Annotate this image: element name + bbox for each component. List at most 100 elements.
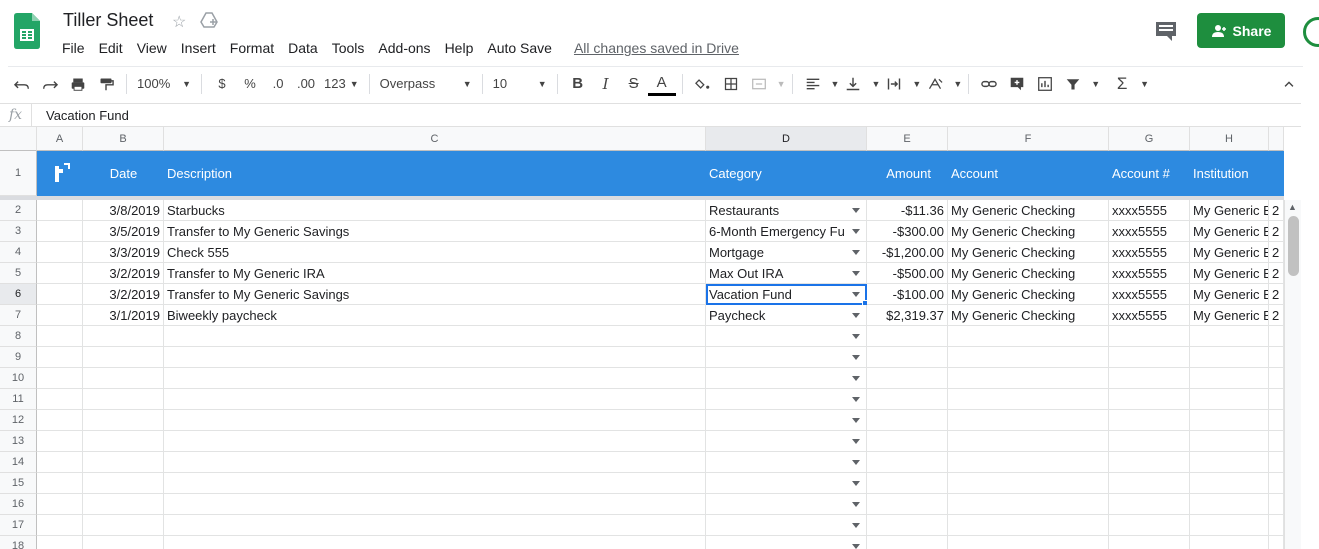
cell-account-number[interactable]: xxxx5555 [1109,200,1190,221]
menu-tools[interactable]: Tools [332,40,365,56]
cell-account-number[interactable]: xxxx5555 [1109,263,1190,284]
dropdown-arrow-icon[interactable] [852,418,860,423]
chart-icon[interactable] [1031,70,1059,98]
dropdown-arrow-icon[interactable] [852,481,860,486]
cell-account-number[interactable] [1109,515,1190,536]
cell-account[interactable]: My Generic Checking [948,263,1109,284]
cell-account-number[interactable] [1109,536,1190,549]
cell-amount[interactable]: -$11.36 [867,200,948,221]
dropdown-arrow-icon[interactable] [852,502,860,507]
cell-date[interactable] [83,452,164,473]
cell-institution[interactable] [1190,494,1269,515]
cell-i[interactable] [1269,536,1284,549]
cell-account[interactable]: My Generic Checking [948,200,1109,221]
menu-view[interactable]: View [137,40,167,56]
cell-amount[interactable]: -$500.00 [867,263,948,284]
cell-category-dropdown[interactable] [706,473,867,494]
comment-add-icon[interactable] [1003,70,1031,98]
menu-data[interactable]: Data [288,40,318,56]
row-header[interactable]: 8 [0,326,37,347]
cell-description[interactable] [164,326,706,347]
cell-category-dropdown[interactable]: 6-Month Emergency Fu [706,221,867,242]
cell-date[interactable] [83,536,164,549]
cell-description[interactable] [164,389,706,410]
cell-description[interactable] [164,368,706,389]
cell-amount[interactable] [867,431,948,452]
row-header[interactable]: 1 [0,151,37,196]
cell-description[interactable] [164,347,706,368]
cell-description[interactable]: Biweekly paycheck [164,305,706,326]
print-icon[interactable] [64,70,92,98]
cell-i[interactable]: 2 [1269,242,1284,263]
cell-i[interactable] [1269,452,1284,473]
avatar[interactable] [1303,17,1319,47]
cell-institution[interactable]: My Generic B [1190,242,1269,263]
cell-institution[interactable]: My Generic B [1190,263,1269,284]
row-header[interactable]: 12 [0,410,37,431]
cell-a[interactable] [37,494,83,515]
cell-account[interactable]: My Generic Checking [948,284,1109,305]
borders-icon[interactable] [717,70,745,98]
cell-account-number[interactable] [1109,347,1190,368]
cell-account-number[interactable] [1109,494,1190,515]
cell-institution[interactable] [1190,431,1269,452]
dropdown-arrow-icon[interactable] [852,271,860,276]
cell-i[interactable]: 2 [1269,200,1284,221]
cell-amount[interactable] [867,536,948,549]
cell-institution[interactable] [1190,410,1269,431]
collapse-icon[interactable] [1275,70,1303,98]
cell-account-number[interactable] [1109,326,1190,347]
text-color-button[interactable]: A [647,72,676,96]
align-left-icon[interactable] [799,70,827,98]
cell-date[interactable] [83,326,164,347]
cell-category-dropdown[interactable]: Restaurants [706,200,867,221]
cell-account[interactable] [948,536,1109,549]
cell-category-dropdown[interactable] [706,494,867,515]
column-header-e[interactable]: E [867,127,948,151]
cell-account[interactable] [948,494,1109,515]
menu-addons[interactable]: Add-ons [378,40,430,56]
cell-i[interactable] [1269,473,1284,494]
cell-account[interactable]: My Generic Checking [948,221,1109,242]
dropdown-arrow-icon[interactable] [852,544,860,549]
move-to-drive-icon[interactable] [200,12,218,28]
functions-button[interactable]: Σ [1108,70,1136,98]
cell-account-number[interactable]: xxxx5555 [1109,284,1190,305]
row-header[interactable]: 16 [0,494,37,515]
save-status-link[interactable]: All changes saved in Drive [574,40,739,56]
cell-category-dropdown[interactable]: Mortgage [706,242,867,263]
scrollbar-thumb[interactable] [1288,216,1299,276]
cell-amount[interactable] [867,368,948,389]
menu-format[interactable]: Format [230,40,274,56]
sheets-logo-icon[interactable] [14,13,40,49]
row-header[interactable]: 3 [0,221,37,242]
cell-description[interactable]: Check 555 [164,242,706,263]
cell-date[interactable] [83,410,164,431]
currency-format-button[interactable]: $ [208,70,236,98]
cell-account-number[interactable] [1109,452,1190,473]
cell-category-dropdown[interactable] [706,368,867,389]
menu-help[interactable]: Help [445,40,474,56]
cell-date[interactable]: 3/8/2019 [83,200,164,221]
cell-date[interactable]: 3/1/2019 [83,305,164,326]
cell-account-number[interactable] [1109,389,1190,410]
cell-a[interactable] [37,536,83,549]
cell-i[interactable]: 2 [1269,284,1284,305]
cell-description[interactable] [164,494,706,515]
cell-institution[interactable] [1190,368,1269,389]
column-header-h[interactable]: H [1190,127,1269,151]
cell-category-dropdown[interactable] [706,326,867,347]
document-title[interactable]: Tiller Sheet [63,10,153,31]
row-header[interactable]: 17 [0,515,37,536]
cell-a[interactable] [37,410,83,431]
cell-category-dropdown[interactable] [706,515,867,536]
cell-i[interactable] [1269,494,1284,515]
cell-category-dropdown[interactable]: Paycheck [706,305,867,326]
cell-a[interactable] [37,326,83,347]
cell-amount[interactable]: -$1,200.00 [867,242,948,263]
cell-account[interactable] [948,473,1109,494]
cell-institution[interactable] [1190,473,1269,494]
more-formats-select[interactable]: 123 ▼ [320,76,363,91]
font-select[interactable]: Overpass ▼ [376,76,476,91]
cell-amount[interactable] [867,326,948,347]
